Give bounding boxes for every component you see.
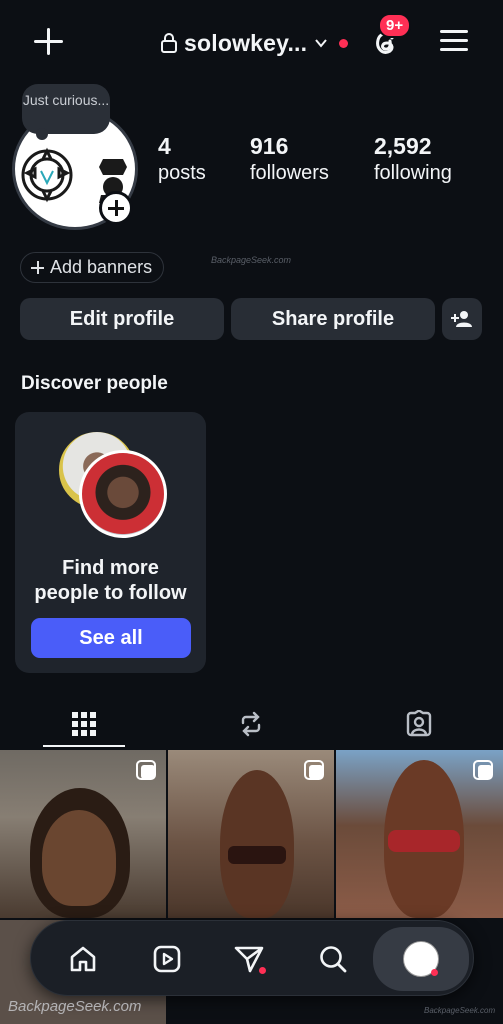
- profile-tabs: [0, 700, 503, 748]
- share-profile-button[interactable]: Share profile: [231, 298, 435, 340]
- stat-following[interactable]: 2,592 following: [374, 132, 494, 186]
- plus-icon: [31, 261, 44, 274]
- stat-followers[interactable]: 916 followers: [250, 132, 370, 186]
- tab-grid[interactable]: [43, 700, 125, 748]
- nav-home[interactable]: [55, 931, 111, 987]
- tab-tagged[interactable]: [378, 700, 460, 748]
- post-thumbnail[interactable]: [336, 750, 503, 918]
- reels-icon: [153, 945, 181, 973]
- watermark: BackpageSeek.com: [8, 998, 142, 1015]
- carousel-icon: [473, 760, 493, 780]
- reposts-icon: [241, 711, 261, 737]
- nav-search[interactable]: [305, 931, 361, 987]
- create-plus-icon[interactable]: [30, 24, 66, 60]
- stat-label: following: [374, 162, 452, 184]
- grid-icon: [72, 712, 96, 736]
- note-bubble-tail: [36, 128, 48, 140]
- post-thumbnail[interactable]: [0, 750, 166, 918]
- home-icon: [70, 946, 96, 972]
- note-bubble[interactable]: Just curious...: [22, 84, 110, 134]
- menu-icon[interactable]: [440, 28, 468, 52]
- unread-dot: [339, 38, 349, 48]
- post-thumbnail[interactable]: [168, 750, 334, 918]
- notification-badge: 9+: [378, 13, 412, 38]
- carousel-icon: [136, 760, 156, 780]
- chevron-down-icon: [315, 39, 327, 48]
- watermark: BackpageSeek.com: [424, 1006, 496, 1015]
- bottom-navigation: [30, 920, 474, 996]
- unread-dot: [259, 967, 266, 974]
- stat-value: 2,592: [374, 133, 432, 159]
- card-text-line: Find more: [62, 557, 159, 579]
- nav-messages[interactable]: [221, 931, 277, 987]
- discover-people-title: Discover people: [21, 373, 168, 394]
- find-people-card: Find more people to follow See all: [15, 412, 206, 673]
- nav-profile[interactable]: [373, 927, 469, 991]
- add-story-plus-icon[interactable]: [99, 191, 133, 225]
- username: solowkey...: [184, 29, 308, 56]
- note-text: Just curious...: [22, 92, 110, 108]
- suggested-avatar: [79, 450, 167, 538]
- discover-people-button[interactable]: [442, 298, 482, 340]
- add-banners-label: Add banners: [50, 257, 153, 277]
- nav-reels[interactable]: [139, 931, 195, 987]
- add-banners-button[interactable]: Add banners: [20, 252, 165, 283]
- card-text-line: people to follow: [34, 582, 187, 604]
- top-bar: solowkey... 9+: [0, 0, 503, 84]
- carousel-icon: [304, 760, 324, 780]
- unread-dot: [431, 969, 438, 976]
- add-user-icon: [451, 311, 472, 327]
- profile-avatar-icon: [403, 941, 439, 977]
- tagged-icon: [406, 710, 432, 737]
- card-text: Find more people to follow: [15, 556, 206, 606]
- active-tab-indicator: [43, 745, 125, 747]
- stat-value: 916: [250, 133, 289, 159]
- search-icon: [320, 946, 347, 973]
- account-switcher[interactable]: solowkey...: [160, 28, 349, 58]
- edit-profile-button[interactable]: Edit profile: [20, 298, 224, 340]
- see-all-button[interactable]: See all: [31, 618, 191, 658]
- watermark: BackpageSeek.com: [211, 255, 292, 265]
- tab-reposts[interactable]: [210, 700, 292, 748]
- stat-label: followers: [250, 162, 329, 184]
- lock-icon: [161, 33, 177, 53]
